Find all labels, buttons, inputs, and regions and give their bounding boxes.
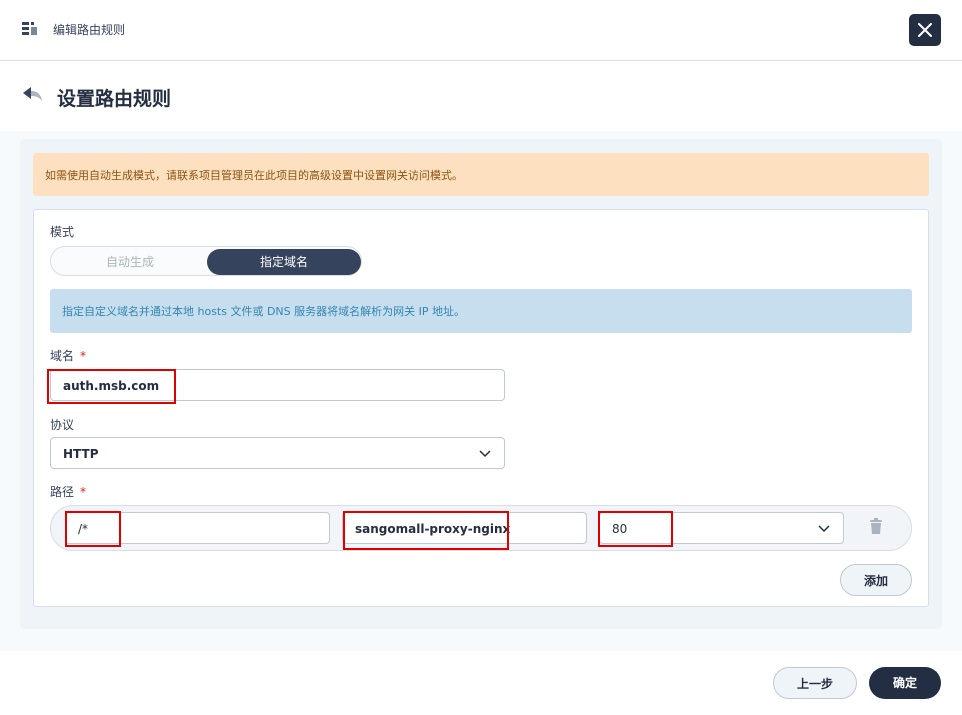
highlight-path (65, 511, 121, 547)
protocol-select[interactable]: HTTP (50, 437, 505, 469)
warning-notice: 如需使用自动生成模式，请联系项目管理员在此项目的高级设置中设置网关访问模式。 (33, 153, 929, 196)
mode-toggle: 自动生成 指定域名 (50, 246, 362, 276)
mode-option-auto[interactable]: 自动生成 (53, 249, 207, 275)
highlight-domain (47, 369, 176, 404)
confirm-button[interactable]: 确定 (869, 667, 941, 699)
page-header: 设置路由规则 (0, 61, 962, 131)
protocol-value: HTTP (63, 447, 99, 461)
dialog-footer: 上一步 确定 (0, 651, 962, 715)
mode-label: 模式 (50, 225, 75, 239)
chevron-down-icon (479, 450, 491, 458)
trash-icon[interactable] (869, 518, 883, 534)
close-button[interactable] (909, 14, 941, 46)
info-text: 指定自定义域名并通过本地 hosts 文件或 DNS 服务器将域名解析为网关 I… (62, 305, 466, 318)
back-arrow-icon[interactable] (22, 85, 44, 103)
warning-text: 如需使用自动生成模式，请联系项目管理员在此项目的高级设置中设置网关访问模式。 (45, 169, 463, 182)
info-notice: 指定自定义域名并通过本地 hosts 文件或 DNS 服务器将域名解析为网关 I… (50, 289, 912, 333)
highlight-port (598, 511, 673, 547)
path-label: 路径 * (50, 485, 87, 499)
highlight-service (343, 511, 509, 550)
mode-option-specified[interactable]: 指定域名 (207, 249, 361, 275)
route-rules-icon (22, 22, 37, 35)
page-title: 设置路由规则 (57, 88, 172, 110)
protocol-label: 协议 (50, 418, 75, 432)
close-icon (918, 23, 932, 37)
domain-label: 域名 * (50, 349, 87, 363)
dialog-title: 编辑路由规则 (53, 23, 126, 37)
add-button[interactable]: 添加 (840, 564, 912, 596)
chevron-down-icon (818, 525, 830, 533)
prev-step-button[interactable]: 上一步 (773, 667, 857, 699)
dialog-header: 编辑路由规则 (0, 0, 962, 61)
